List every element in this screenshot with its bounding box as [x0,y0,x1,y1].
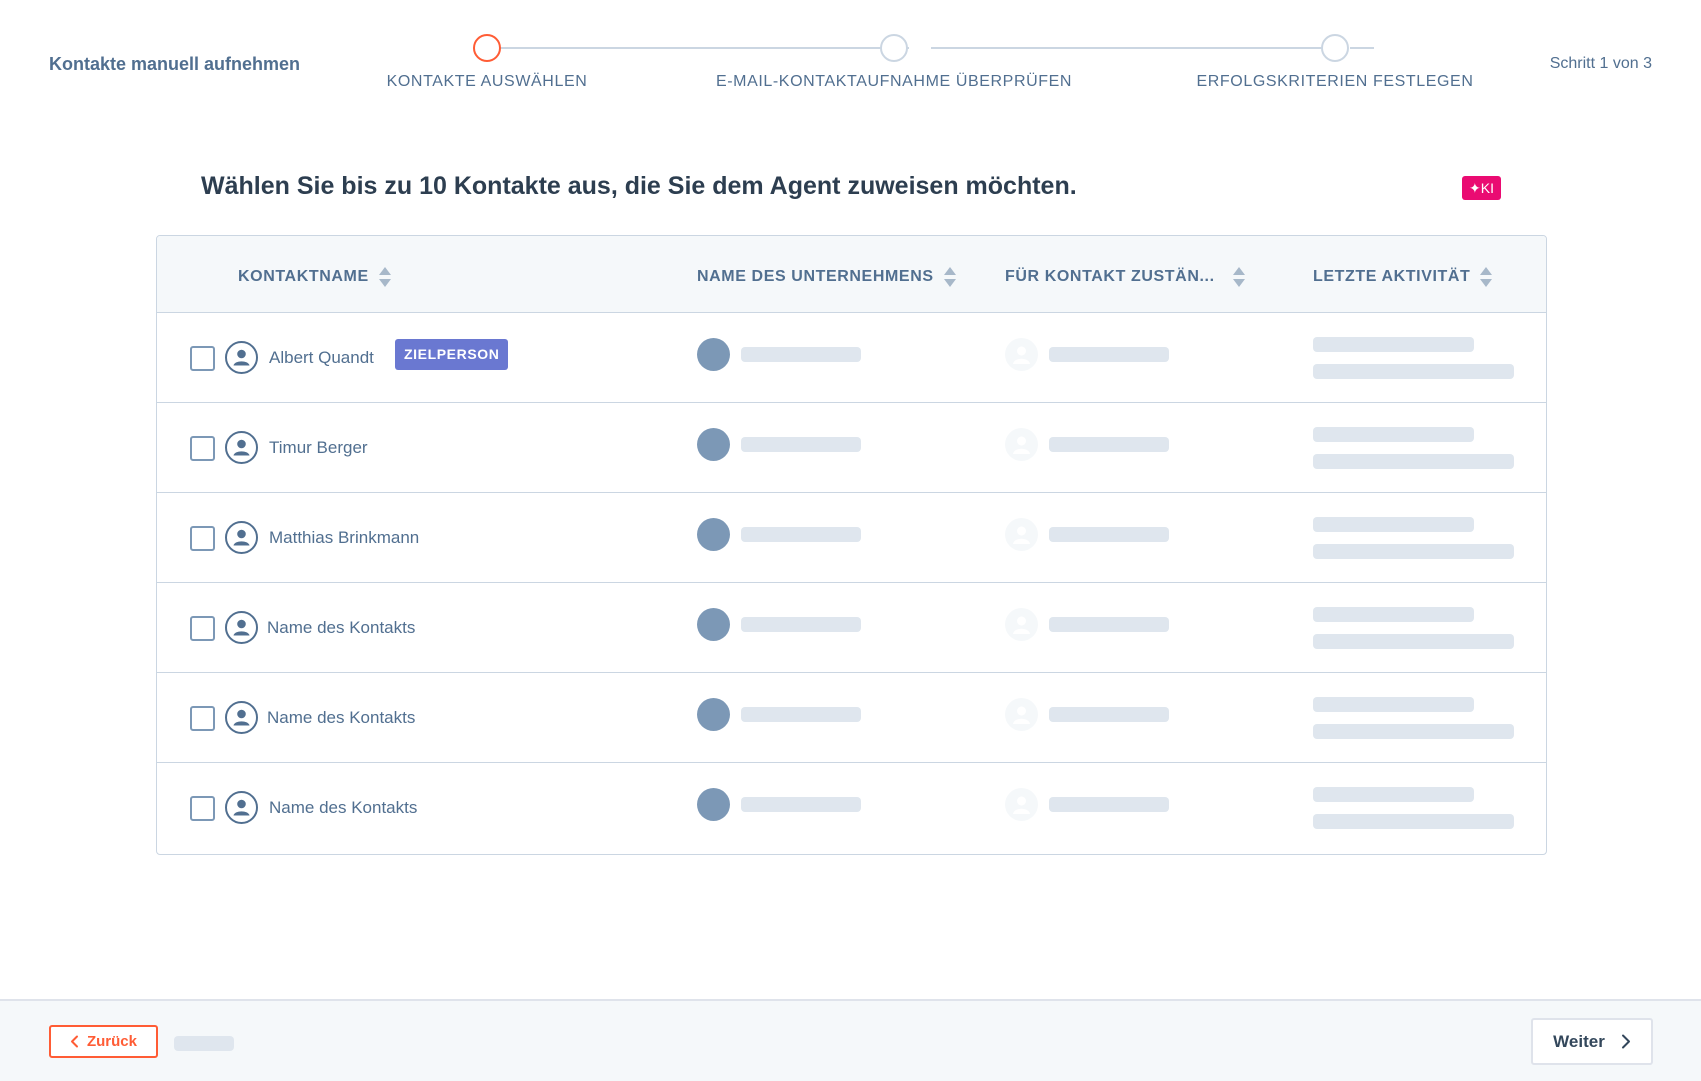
stepper-line [497,47,909,49]
person-circle-icon [225,611,258,644]
sort-icon[interactable] [943,266,956,288]
activity-skeleton [1313,517,1474,532]
step-3-indicator [1321,34,1349,62]
owner-name-skeleton [1049,797,1169,812]
instruction-heading: Wählen Sie bis zu 10 Kontakte aus, die S… [201,172,1077,200]
row-checkbox[interactable] [190,346,215,371]
table-row[interactable]: Name des Kontakts [157,583,1546,673]
owner-name-skeleton [1049,707,1169,722]
column-label: LETZTE AKTIVITÄT [1313,268,1471,285]
company-logo-placeholder [697,788,730,821]
step-1-indicator [473,34,501,62]
row-checkbox[interactable] [190,436,215,461]
owner-avatar-icon [1005,608,1038,641]
contact-name[interactable]: Name des Kontakts [267,708,415,728]
step-1-label: KONTAKTE AUSWÄHLEN [386,73,588,90]
ai-badge[interactable]: ✦KI [1462,176,1501,200]
wizard-page: Kontakte manuell aufnehmen KONTAKTE AUSW… [0,0,1701,1081]
sort-icon[interactable] [378,266,391,288]
activity-skeleton [1313,427,1474,442]
row-checkbox[interactable] [190,616,215,641]
company-logo-placeholder [697,338,730,371]
step-3-label: ERFOLGSKRITERIEN FESTLEGEN [1196,73,1474,90]
company-name-skeleton [741,437,861,452]
step-2-indicator [880,34,908,62]
column-header-owner[interactable]: FÜR KONTAKT ZUSTÄN... [1005,266,1245,288]
contact-name[interactable]: Albert Quandt [269,348,374,368]
contact-name[interactable]: Name des Kontakts [269,798,417,818]
company-name-skeleton [741,797,861,812]
sort-icon[interactable] [1480,266,1493,288]
column-label: FÜR KONTAKT ZUSTÄN... [1005,268,1215,285]
company-logo-placeholder [697,428,730,461]
column-label: KONTAKTNAME [238,268,369,285]
activity-skeleton [1313,454,1514,469]
owner-name-skeleton [1049,527,1169,542]
table-row[interactable]: Name des Kontakts [157,763,1546,853]
activity-skeleton [1313,544,1514,559]
owner-avatar-icon [1005,698,1038,731]
person-circle-icon [225,521,258,554]
chevron-right-icon [1621,1034,1630,1049]
next-button[interactable]: Weiter [1531,1018,1653,1065]
row-checkbox[interactable] [190,526,215,551]
table-header: KONTAKTNAME NAME DES UNTERNEHMENS FÜR KO… [157,236,1546,313]
next-button-label: Weiter [1553,1031,1605,1051]
footer-text-skeleton [174,1036,234,1051]
step-counter: Schritt 1 von 3 [1549,55,1652,72]
progress-stepper: KONTAKTE AUSWÄHLEN E-MAIL-KONTAKTAUFNAHM… [0,0,1701,110]
company-name-skeleton [741,527,861,542]
back-button[interactable]: Zurück [49,1025,158,1058]
row-checkbox[interactable] [190,706,215,731]
wizard-footer: Zurück Weiter [0,999,1701,1081]
step-2-label: E-MAIL-KONTAKTAUFNAHME ÜBERPRÜFEN [715,73,1073,90]
activity-skeleton [1313,634,1514,649]
owner-avatar-icon [1005,788,1038,821]
owner-name-skeleton [1049,437,1169,452]
chevron-left-icon [70,1035,78,1048]
stepper-line [1350,47,1374,49]
column-header-company[interactable]: NAME DES UNTERNEHMENS [697,266,956,288]
company-logo-placeholder [697,608,730,641]
company-name-skeleton [741,617,861,632]
owner-avatar-icon [1005,338,1038,371]
table-row[interactable]: Albert Quandt ZIELPERSON [157,313,1546,403]
sort-icon[interactable] [1232,266,1245,288]
column-label: NAME DES UNTERNEHMENS [697,268,934,285]
activity-skeleton [1313,787,1474,802]
owner-name-skeleton [1049,347,1169,362]
company-logo-placeholder [697,698,730,731]
company-logo-placeholder [697,518,730,551]
table-row[interactable]: Timur Berger [157,403,1546,493]
person-circle-icon [225,431,258,464]
person-circle-icon [225,341,258,374]
activity-skeleton [1313,814,1514,829]
target-person-tag: ZIELPERSON [395,339,509,370]
contact-name[interactable]: Name des Kontakts [267,618,415,638]
activity-skeleton [1313,337,1474,352]
activity-skeleton [1313,697,1474,712]
table-row[interactable]: Matthias Brinkmann [157,493,1546,583]
person-circle-icon [225,701,258,734]
activity-skeleton [1313,607,1474,622]
contact-name[interactable]: Timur Berger [269,438,368,458]
back-button-label: Zurück [86,1033,137,1050]
column-header-last-activity[interactable]: LETZTE AKTIVITÄT [1313,266,1493,288]
table-row[interactable]: Name des Kontakts [157,673,1546,763]
person-circle-icon [225,791,258,824]
company-name-skeleton [741,707,861,722]
owner-avatar-icon [1005,518,1038,551]
contact-name[interactable]: Matthias Brinkmann [269,528,419,548]
stepper-line [931,47,1328,49]
owner-avatar-icon [1005,428,1038,461]
activity-skeleton [1313,724,1514,739]
owner-name-skeleton [1049,617,1169,632]
column-header-contact-name[interactable]: KONTAKTNAME [238,266,391,288]
company-name-skeleton [741,347,861,362]
row-checkbox[interactable] [190,796,215,821]
activity-skeleton [1313,364,1514,379]
contacts-table: KONTAKTNAME NAME DES UNTERNEHMENS FÜR KO… [156,235,1547,855]
